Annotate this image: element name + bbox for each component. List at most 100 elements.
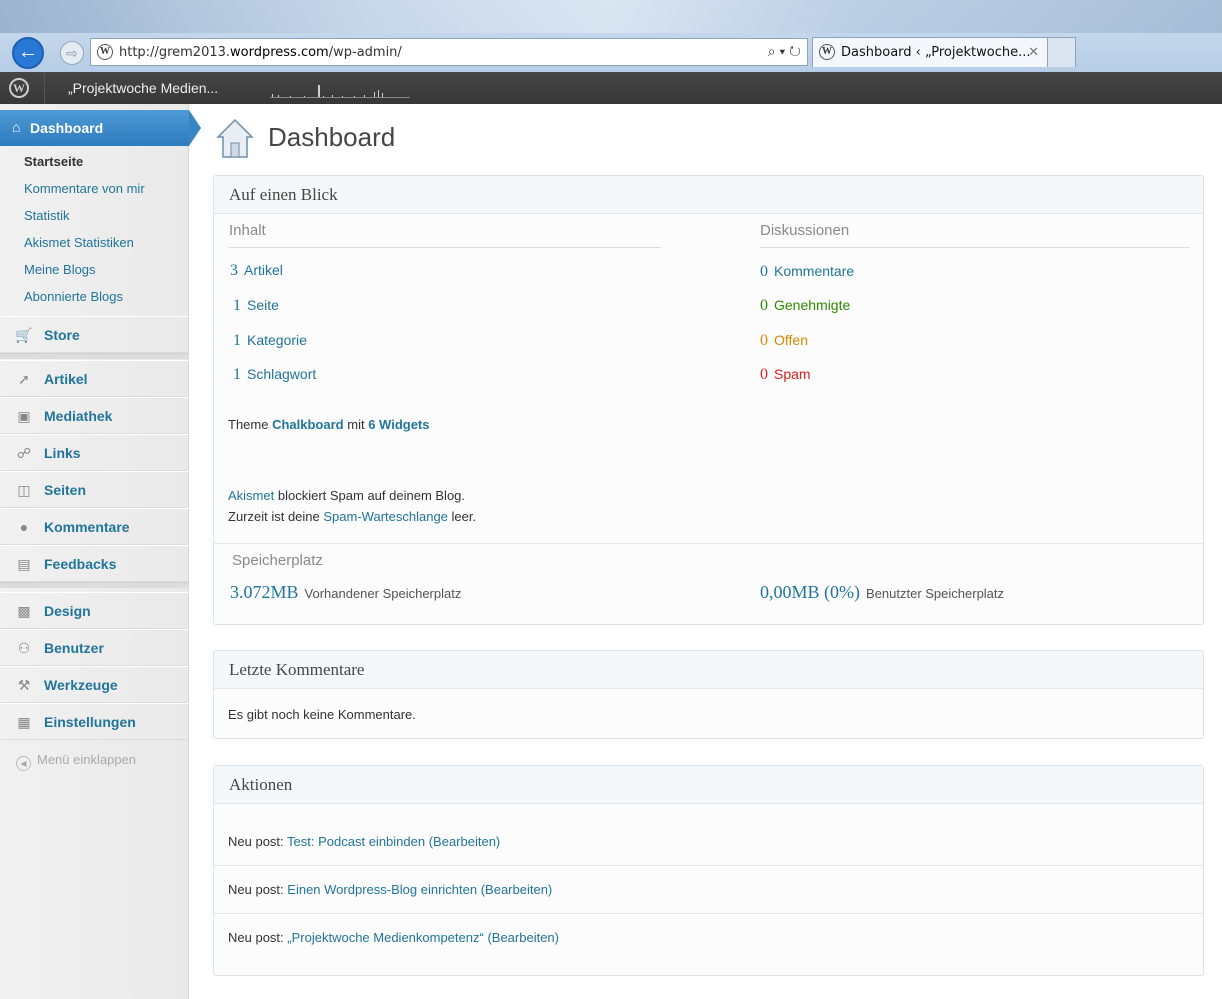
storage-used: 0,00MB (0%) Benutzter Speicherplatz: [760, 582, 1005, 602]
feedback-icon: ▤: [17, 556, 31, 572]
no-comments-text: Es gibt noch keine Kommentare.: [228, 707, 416, 722]
glance-row-offen[interactable]: 0 Offen: [760, 332, 808, 350]
spam-queue-info: Zurzeit ist deine Spam-Warteschlange lee…: [228, 509, 477, 524]
wordpress-logo-icon[interactable]: W: [9, 78, 29, 98]
admin-sidebar: ⌂ Dashboard Startseite Kommentare von mi…: [0, 104, 201, 999]
post-link[interactable]: Einen Wordpress-Blog einrichten: [287, 882, 477, 897]
submenu-abonnierte-blogs[interactable]: Abonnierte Blogs: [0, 283, 189, 310]
search-refresh-icons[interactable]: ⌕ ▾ ↻: [768, 43, 801, 60]
menu-dashboard-label: Dashboard: [30, 120, 104, 136]
admin-bar: W „Projektwoche Medien...: [0, 72, 1222, 104]
menu-store[interactable]: 🛒 Store: [0, 316, 189, 353]
users-icon: ⚇: [17, 640, 31, 656]
address-bar[interactable]: W http://grem2013.wordpress.com/wp-admin…: [90, 38, 808, 66]
url-text: http://grem2013.wordpress.com/wp-admin/: [119, 45, 402, 60]
menu-werkzeuge-label: Werkzeuge: [44, 677, 118, 693]
glance-row-kommentare[interactable]: 0 Kommentare: [760, 263, 854, 281]
stats-sparkline[interactable]: [270, 82, 410, 98]
menu-werkzeuge[interactable]: ⚒ Werkzeuge: [0, 666, 189, 703]
new-tab-button[interactable]: [1048, 37, 1076, 67]
storage-divider: [214, 543, 1203, 544]
browser-tab-dashboard[interactable]: W Dashboard ‹ „Projektwoche... ✕: [812, 37, 1048, 67]
cart-icon: 🛒: [15, 327, 33, 343]
back-button[interactable]: ←: [12, 37, 44, 69]
menu-mediathek-label: Mediathek: [44, 408, 113, 424]
menu-links-label: Links: [44, 445, 81, 461]
menu-seiten[interactable]: ◫ Seiten: [0, 471, 189, 508]
menu-links[interactable]: ☍ Links: [0, 434, 189, 471]
comment-bubble-icon: ●: [19, 519, 29, 535]
menu-kommentare[interactable]: ● Kommentare: [0, 508, 189, 545]
theme-info: Theme Chalkboard mit 6 Widgets: [228, 417, 430, 432]
submenu-meine-blogs[interactable]: Meine Blogs: [0, 256, 189, 283]
glance-row-spam[interactable]: 0 Spam: [760, 366, 811, 384]
page-title: Dashboard: [268, 122, 396, 152]
submenu-statistik[interactable]: Statistik: [0, 202, 189, 229]
glance-widget-title: Auf einen Blick: [214, 176, 1203, 214]
wordpress-favicon-icon: W: [97, 44, 113, 60]
action-row: Neu post: Einen Wordpress-Blog einrichte…: [214, 866, 1203, 914]
action-row: Neu post: Test: Podcast einbinden (Bearb…: [214, 818, 1203, 866]
dashboard-home-icon: [216, 118, 254, 158]
browser-title-strip: [0, 0, 1222, 33]
theme-name-link[interactable]: Chalkboard: [272, 417, 344, 432]
menu-seiten-label: Seiten: [44, 482, 87, 498]
admin-bar-divider: [44, 72, 45, 104]
actions-widget: Aktionen Neu post: Test: Podcast einbind…: [213, 765, 1204, 976]
edit-link[interactable]: (Bearbeiten): [481, 882, 553, 897]
design-icon: ▩: [17, 603, 31, 619]
menu-benutzer-label: Benutzer: [44, 640, 104, 656]
submenu-startseite[interactable]: Startseite: [0, 148, 189, 175]
menu-einstellungen-label: Einstellungen: [44, 714, 136, 730]
menu-einstellungen[interactable]: ▦ Einstellungen: [0, 703, 189, 740]
menu-feedbacks-label: Feedbacks: [44, 556, 117, 572]
menu-benutzer[interactable]: ⚇ Benutzer: [0, 629, 189, 666]
menu-artikel-label: Artikel: [44, 371, 88, 387]
site-name-link[interactable]: „Projektwoche Medien...: [68, 80, 218, 96]
glance-widget: Auf einen Blick Inhalt Diskussionen 3 Art…: [213, 175, 1204, 625]
storage-heading: Speicherplatz: [232, 552, 323, 569]
submenu-akismet-statistiken[interactable]: Akismet Statistiken: [0, 229, 189, 256]
forward-button[interactable]: ⇨: [60, 41, 84, 65]
edit-link[interactable]: (Bearbeiten): [429, 834, 501, 849]
menu-design[interactable]: ▩ Design: [0, 592, 189, 629]
menu-group-store: 🛒 Store: [0, 316, 189, 359]
link-icon: ☍: [16, 445, 32, 461]
collapse-menu-button[interactable]: ◀ Menü einklappen: [16, 752, 136, 771]
menu-design-label: Design: [44, 603, 91, 619]
spam-queue-link[interactable]: Spam-Warteschlange: [323, 509, 448, 524]
recent-comments-widget: Letzte Kommentare Es gibt noch keine Kom…: [213, 650, 1204, 739]
glance-row-seite[interactable]: 1 Seite: [233, 297, 279, 315]
pages-icon: ◫: [17, 482, 31, 498]
submenu-kommentare-von-mir[interactable]: Kommentare von mir: [0, 175, 189, 202]
akismet-link[interactable]: Akismet: [228, 488, 274, 503]
edit-link[interactable]: (Bearbeiten): [487, 930, 559, 945]
storage-available: 3.072MB Vorhandener Speicherplatz: [230, 582, 462, 602]
glance-row-genehmigte[interactable]: 0 Genehmigte: [760, 297, 850, 315]
tools-icon: ⚒: [17, 677, 31, 693]
post-link[interactable]: Test: Podcast einbinden: [287, 834, 425, 849]
pin-icon: ➚: [18, 371, 30, 387]
glance-row-schlagwort[interactable]: 1 Schlagwort: [233, 366, 316, 384]
glance-row-artikel[interactable]: 3 Artikel: [230, 262, 283, 280]
dashboard-submenu: Startseite Kommentare von mir Statistik …: [0, 148, 189, 310]
post-link[interactable]: „Projektwoche Medienkompetenz“: [287, 930, 484, 945]
wordpress-favicon-icon: W: [819, 44, 835, 60]
menu-mediathek[interactable]: ▣ Mediathek: [0, 397, 189, 434]
widgets-link[interactable]: 6 Widgets: [368, 417, 429, 432]
glance-discussion-heading: Diskussionen: [760, 222, 1190, 248]
menu-dashboard[interactable]: ⌂ Dashboard: [0, 110, 201, 146]
menu-separator: [0, 353, 189, 359]
menu-artikel[interactable]: ➚ Artikel: [0, 360, 189, 397]
home-icon: ⌂: [12, 119, 21, 135]
collapse-menu-label: Menü einklappen: [37, 752, 137, 767]
tab-close-icon[interactable]: ✕: [1028, 44, 1039, 60]
menu-feedbacks[interactable]: ▤ Feedbacks: [0, 545, 189, 582]
menu-group-content: ➚ Artikel ▣ Mediathek ☍ Links ◫ Seiten ●…: [0, 360, 189, 588]
menu-separator: [0, 582, 189, 588]
menu-store-label: Store: [44, 327, 80, 343]
settings-icon: ▦: [17, 714, 31, 730]
menu-group-admin: ▩ Design ⚇ Benutzer ⚒ Werkzeuge ▦ Einste…: [0, 592, 189, 740]
media-icon: ▣: [17, 408, 31, 424]
glance-row-kategorie[interactable]: 1 Kategorie: [233, 332, 307, 350]
